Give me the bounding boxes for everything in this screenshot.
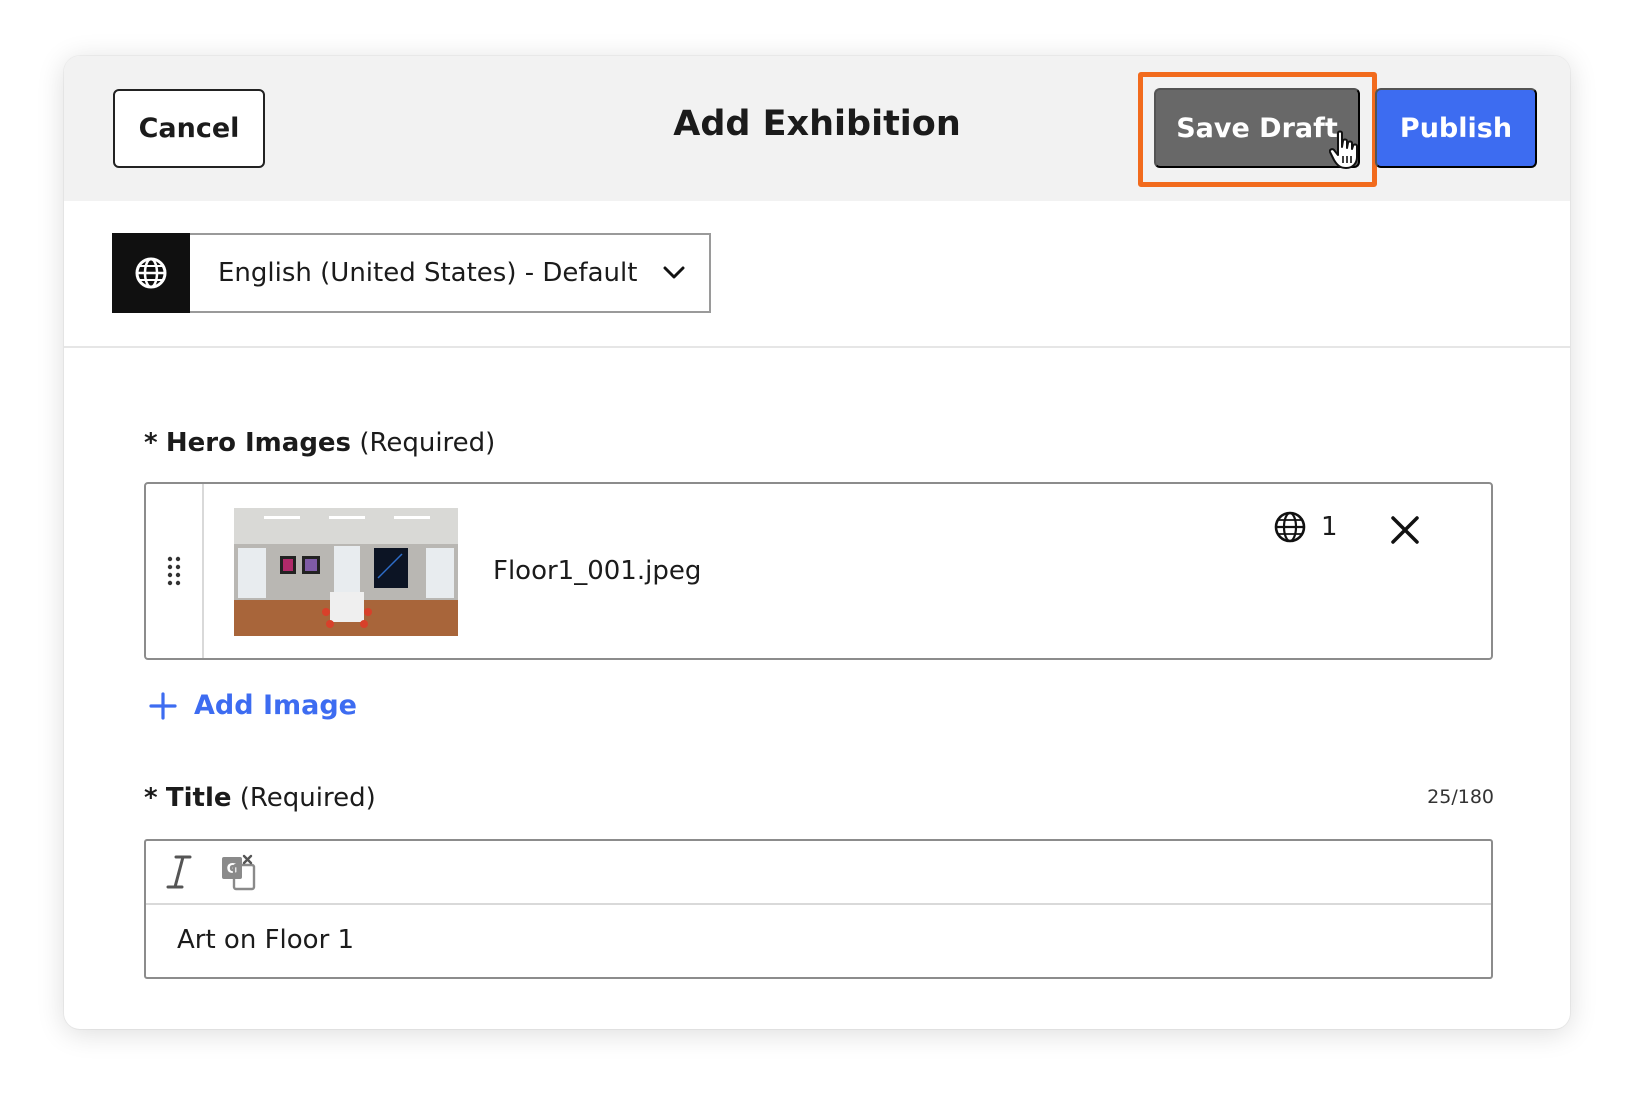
globe-icon — [1274, 511, 1306, 543]
hero-image-item: Floor1_001.jpeg 1 — [144, 482, 1493, 660]
hand-cursor-icon — [1329, 130, 1358, 169]
drag-handle-icon[interactable] — [146, 484, 204, 658]
globe-icon — [112, 233, 190, 313]
required-marker: * — [144, 428, 158, 458]
title-label: * Title (Required) — [144, 783, 376, 813]
title-label-text: Title — [165, 783, 232, 813]
title-editor: G Art on Floor 1 — [144, 839, 1493, 979]
title-input[interactable]: Art on Floor 1 — [177, 925, 354, 955]
language-selector[interactable]: English (United States) - Default — [112, 233, 711, 313]
add-image-label: Add Image — [194, 690, 357, 721]
required-text: (Required) — [359, 428, 496, 458]
character-counter: 25/180 — [1427, 786, 1494, 808]
hero-images-label: * Hero Images (Required) — [144, 428, 495, 458]
italic-icon[interactable] — [162, 853, 196, 891]
hero-image-thumbnail — [234, 508, 458, 636]
required-text: (Required) — [239, 783, 376, 813]
required-marker: * — [144, 783, 158, 813]
dialog-header: Cancel Add Exhibition Save Draft Publish — [64, 56, 1570, 201]
hero-image-filename: Floor1_001.jpeg — [493, 556, 702, 586]
close-icon[interactable] — [1385, 510, 1425, 550]
chevron-down-icon — [639, 235, 709, 311]
translate-icon[interactable]: G — [220, 853, 256, 891]
add-image-button[interactable]: Add Image — [148, 690, 357, 721]
language-selected-value: English (United States) - Default — [218, 258, 638, 288]
publish-button[interactable]: Publish — [1375, 88, 1537, 168]
section-divider — [64, 346, 1570, 348]
image-locale-count[interactable]: 1 — [1273, 510, 1338, 544]
locale-count-value: 1 — [1321, 512, 1338, 542]
editor-toolbar: G — [146, 841, 1491, 905]
add-exhibition-dialog: Cancel Add Exhibition Save Draft Publish… — [64, 56, 1570, 1029]
hero-images-label-text: Hero Images — [165, 428, 352, 458]
plus-icon — [149, 691, 177, 720]
